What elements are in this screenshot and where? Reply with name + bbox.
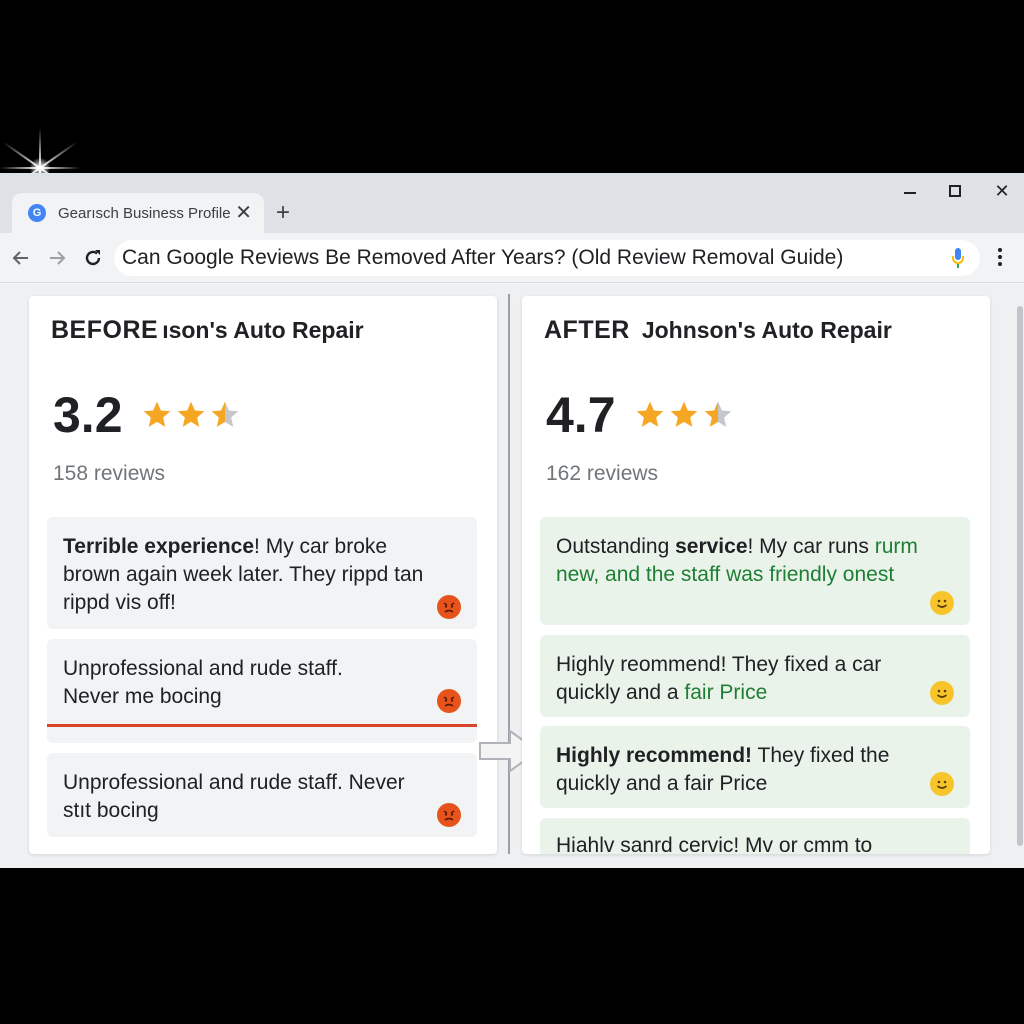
review-text: Highly recommend! They fixed the quickly… — [556, 744, 890, 795]
review-card[interactable]: Unprofessional and rude staff. Never stı… — [47, 753, 477, 837]
after-score: 4.7 — [546, 387, 616, 443]
before-review-count: 158 reviews — [53, 462, 166, 485]
review-card[interactable]: Unprofessional and rude staff. Never me b… — [47, 639, 477, 743]
star-icon — [670, 401, 697, 427]
after-business-name: Johnson's Auto Repair — [641, 317, 892, 343]
mic-icon[interactable] — [952, 248, 964, 268]
smiley-face-icon — [930, 772, 954, 796]
star-icon — [143, 401, 170, 427]
maximize-button[interactable] — [937, 177, 973, 205]
star-icon — [636, 401, 663, 427]
angry-face-icon — [437, 689, 461, 713]
review-text: Terrible experience! My car broke brown … — [63, 535, 424, 614]
smiley-face-icon — [930, 591, 954, 615]
after-review-count: 162 reviews — [546, 462, 659, 485]
scrollbar[interactable] — [1016, 294, 1024, 854]
angry-face-icon — [437, 595, 461, 619]
after-heading: AFTER Johnson's Auto Repair — [544, 316, 892, 345]
back-arrow-icon[interactable] — [8, 245, 34, 271]
after-tag: AFTER — [544, 316, 630, 344]
before-business-name: ıson's Auto Repair — [162, 317, 364, 343]
smiley-face-icon — [930, 681, 954, 705]
tab-bar: G Gearısch Business Profile ✕ + ✕ — [0, 173, 1024, 233]
screenshot-stage: G Gearısch Business Profile ✕ + ✕ Can Go… — [0, 0, 1024, 1024]
review-card[interactable]: Highly recommend! They fixed the quickly… — [540, 726, 970, 808]
tab-title: Gearısch Business Profile — [58, 204, 231, 222]
new-tab-button[interactable]: + — [276, 200, 290, 226]
review-text: Unprofessional and rude staff. Never stı… — [63, 771, 405, 822]
review-text: Highly reommend! They fixed a car quickl… — [556, 653, 882, 704]
angry-face-icon — [437, 803, 461, 827]
review-text: Outstanding service! My car runs rurm ne… — [556, 535, 918, 586]
tab-close-icon[interactable]: ✕ — [235, 201, 252, 225]
browser-toolbar: Can Google Reviews Be Removed After Year… — [0, 233, 1024, 283]
before-stars — [141, 399, 243, 431]
browser-window: G Gearısch Business Profile ✕ + ✕ Can Go… — [0, 173, 1024, 868]
page-content: BEFORE ıson's Auto Repair 3.2 158 review… — [0, 284, 1024, 868]
address-bar[interactable]: Can Google Reviews Be Removed After Year… — [114, 240, 980, 276]
forward-arrow-icon[interactable] — [44, 245, 70, 271]
before-heading: BEFORE ıson's Auto Repair — [51, 316, 364, 345]
review-card[interactable]: Terrible experience! My car broke brown … — [47, 517, 477, 629]
address-text: Can Google Reviews Be Removed After Year… — [122, 246, 844, 269]
google-g-icon: G — [28, 204, 46, 222]
review-text: Unprofessional and rude staff. Never me b… — [63, 657, 343, 708]
red-underline — [47, 724, 477, 727]
review-card[interactable]: Outstanding service! My car runs rurm ne… — [540, 517, 970, 625]
review-card-partial[interactable]: Hiahlv sanrd cervic! Mv or cmm to — [540, 818, 970, 854]
after-panel: AFTER Johnson's Auto Repair 4.7 162 revi… — [522, 296, 990, 854]
active-tab[interactable]: G Gearısch Business Profile ✕ — [12, 193, 264, 233]
before-panel: BEFORE ıson's Auto Repair 3.2 158 review… — [29, 296, 497, 854]
star-icon — [177, 401, 204, 427]
reload-icon[interactable] — [80, 245, 106, 271]
after-stars — [634, 399, 736, 431]
minimize-icon — [904, 192, 916, 194]
before-tag: BEFORE — [51, 316, 159, 344]
maximize-icon — [949, 185, 961, 197]
half-star-icon — [704, 401, 731, 427]
half-star-icon — [211, 401, 238, 427]
review-card[interactable]: Highly reommend! They fixed a car quickl… — [540, 635, 970, 717]
close-window-button[interactable]: ✕ — [984, 177, 1020, 205]
kebab-menu-icon[interactable] — [992, 246, 1008, 270]
before-rating: 3.2 — [53, 386, 243, 444]
minimize-button[interactable] — [892, 177, 928, 205]
before-score: 3.2 — [53, 387, 123, 443]
review-text: Hiahlv sanrd cervic! Mv or cmm to — [556, 834, 873, 854]
after-rating: 4.7 — [546, 386, 736, 444]
